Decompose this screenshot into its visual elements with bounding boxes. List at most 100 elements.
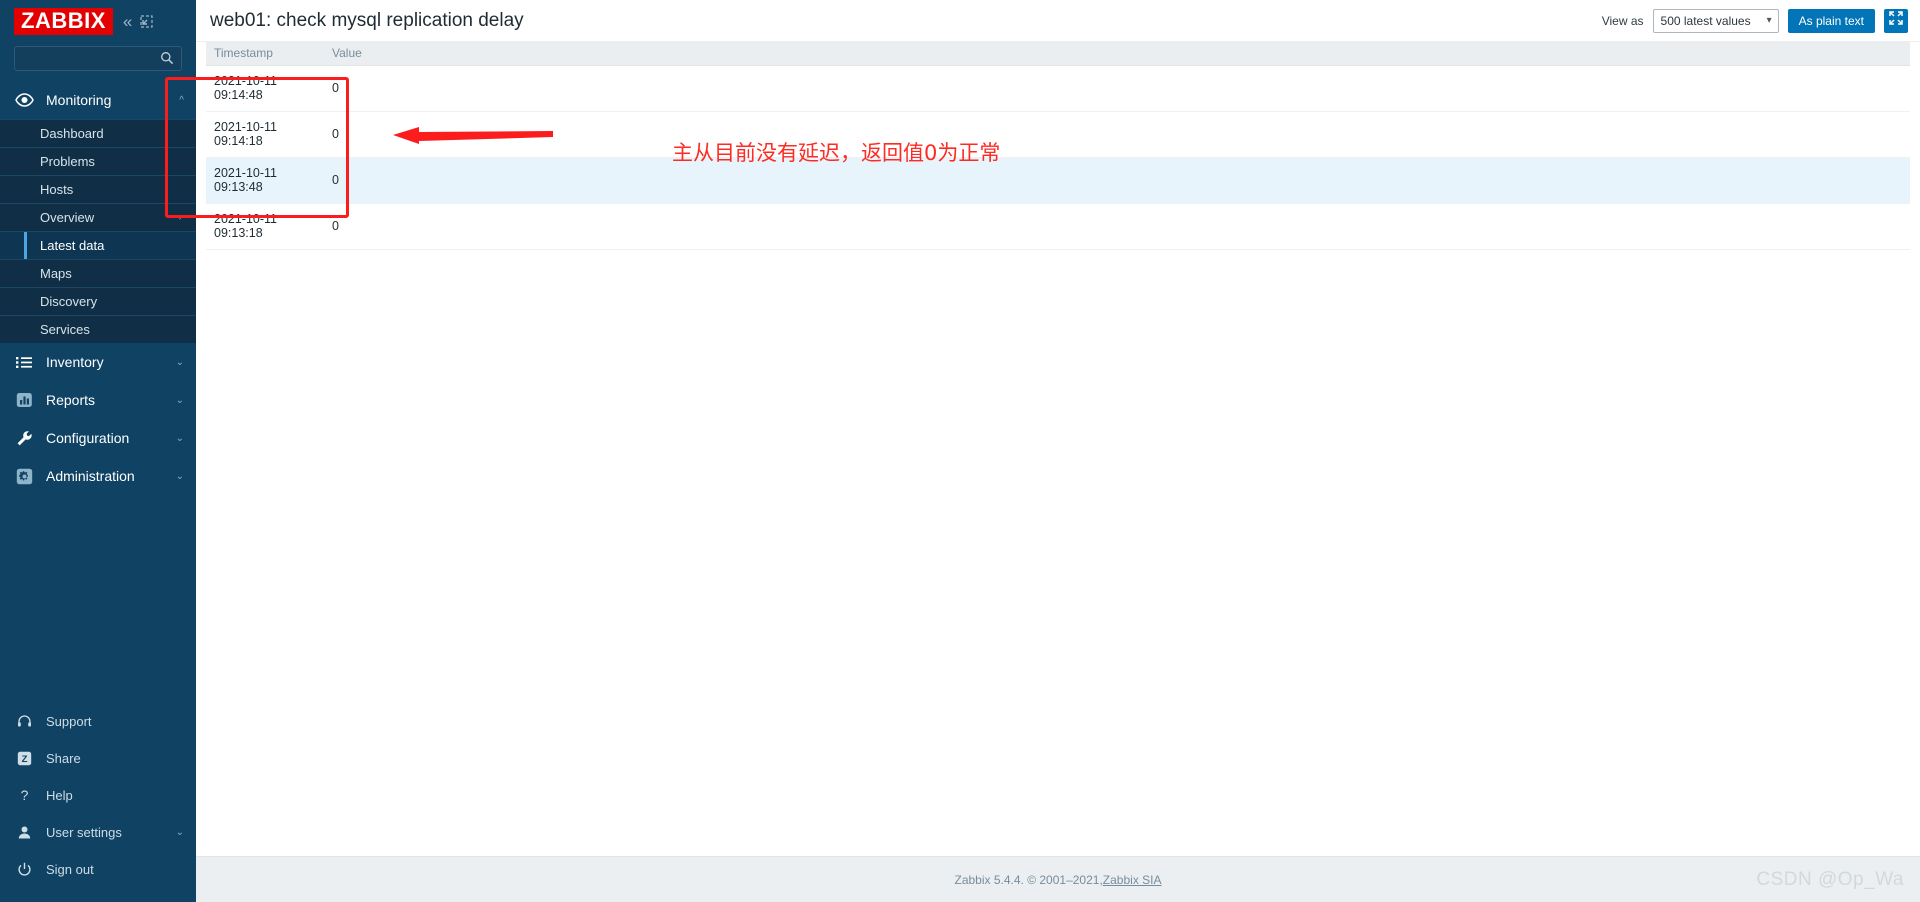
sidebar-item-label: Dashboard — [40, 126, 104, 141]
sidebar-search-wrap — [0, 42, 196, 81]
sidebar-item-overview[interactable]: Overview › — [0, 203, 196, 231]
zabbix-logo[interactable]: ZABBIX — [14, 7, 113, 35]
sidebar-item-label: Maps — [40, 266, 72, 281]
as-plain-text-button[interactable]: As plain text — [1787, 8, 1875, 33]
footer-copyright: Zabbix 5.4.4. © 2001–2021, — [954, 872, 1103, 887]
sidebar-group-reports[interactable]: Reports ⌄ — [0, 381, 196, 419]
page-title: web01: check mysql replication delay — [210, 9, 524, 31]
sidebar-group-configuration[interactable]: Configuration ⌄ — [0, 419, 196, 457]
table-row[interactable]: 2021-10-11 09:14:48 0 — [206, 65, 1910, 112]
main-area: web01: check mysql replication delay Vie… — [196, 0, 1920, 902]
sidebar-item-dashboard[interactable]: Dashboard — [0, 119, 196, 147]
search-input[interactable] — [15, 47, 181, 70]
watermark: CSDN @Op_Wa — [1756, 869, 1904, 890]
view-as-select[interactable]: 500 latest values ▾ — [1652, 8, 1779, 33]
cell-timestamp: 2021-10-11 09:13:18 — [206, 203, 324, 250]
kiosk-mode-button[interactable] — [1884, 8, 1908, 33]
wrench-icon — [14, 430, 34, 447]
sidebar-item-label: Support — [46, 714, 92, 729]
eye-icon — [14, 93, 34, 107]
sidebar-item-latest-data[interactable]: Latest data — [0, 231, 196, 259]
svg-text:Z: Z — [21, 754, 27, 765]
cell-value: 0 — [324, 65, 1910, 112]
header-controls: View as 500 latest values ▾ As plain tex… — [1601, 8, 1908, 33]
sidebar-item-share[interactable]: Z Share — [0, 740, 196, 777]
sidebar: ZABBIX « Monitoring ^ Dashboard Problems… — [0, 0, 196, 902]
table-body: 2021-10-11 09:14:48 0 2021-10-11 09:14:1… — [206, 65, 1910, 250]
sidebar-item-label: Latest data — [40, 238, 105, 253]
sidebar-item-user-settings[interactable]: User settings ⌄ — [0, 814, 196, 851]
view-as-value: 500 latest values — [1660, 13, 1751, 28]
cell-value: 0 — [324, 203, 1910, 250]
history-table: Timestamp Value 2021-10-11 09:14:48 0 20… — [206, 42, 1910, 250]
cell-timestamp: 2021-10-11 09:13:48 — [206, 157, 324, 204]
sidebar-group-administration[interactable]: Administration ⌄ — [0, 457, 196, 495]
sidebar-item-sign-out[interactable]: Sign out — [0, 851, 196, 888]
view-as-label: View as — [1601, 13, 1644, 28]
sidebar-group-monitoring[interactable]: Monitoring ^ — [0, 81, 196, 119]
table-header-row: Timestamp Value — [206, 42, 1910, 66]
table-row[interactable]: 2021-10-11 09:13:18 0 — [206, 203, 1910, 250]
user-icon — [14, 825, 34, 840]
table-row[interactable]: 2021-10-11 09:14:18 0 — [206, 111, 1910, 158]
sidebar-item-label: Discovery — [40, 294, 98, 309]
expand-arrows-icon — [1889, 11, 1903, 30]
search-icon — [160, 51, 174, 70]
column-header-timestamp[interactable]: Timestamp — [206, 42, 324, 66]
headset-icon — [14, 714, 34, 729]
sidebar-item-problems[interactable]: Problems — [0, 147, 196, 175]
sidebar-item-maps[interactable]: Maps — [0, 259, 196, 287]
chevron-down-icon: ▾ — [1766, 15, 1772, 26]
chevron-down-icon: ⌄ — [175, 356, 184, 368]
sidebar-item-help[interactable]: ? Help — [0, 777, 196, 814]
sidebar-item-discovery[interactable]: Discovery — [0, 287, 196, 315]
sidebar-item-label: Sign out — [46, 862, 94, 877]
sidebar-item-services[interactable]: Services — [0, 315, 196, 343]
sidebar-group-label: Reports — [46, 392, 96, 408]
chevron-right-icon: › — [178, 212, 182, 223]
sidebar-item-label: Problems — [40, 154, 95, 169]
sidebar-nav: Monitoring ^ Dashboard Problems Hosts Ov… — [0, 81, 196, 703]
sidebar-group-inventory[interactable]: Inventory ⌄ — [0, 343, 196, 381]
footer-link-zabbix-sia[interactable]: Zabbix SIA — [1103, 873, 1162, 887]
gear-icon — [14, 468, 34, 485]
cell-timestamp: 2021-10-11 09:14:18 — [206, 111, 324, 158]
search-box[interactable] — [14, 46, 182, 71]
sidebar-group-label: Configuration — [46, 430, 130, 446]
page-footer: Zabbix 5.4.4. © 2001–2021, Zabbix SIA CS… — [196, 856, 1920, 902]
svg-text:?: ? — [20, 788, 28, 803]
sidebar-header: ZABBIX « — [0, 0, 196, 42]
sidebar-item-label: Help — [46, 788, 73, 803]
chevron-down-icon: ⌄ — [175, 470, 184, 482]
list-icon — [14, 356, 34, 369]
sidebar-group-label: Administration — [46, 468, 135, 484]
chevron-down-icon: ⌄ — [175, 827, 184, 838]
power-icon — [14, 862, 34, 877]
content-area: Timestamp Value 2021-10-11 09:14:48 0 20… — [196, 42, 1920, 856]
sidebar-group-label: Inventory — [46, 354, 104, 370]
bar-chart-icon — [14, 392, 34, 408]
compact-view-icon[interactable] — [140, 14, 153, 28]
chevron-up-icon: ^ — [179, 94, 184, 106]
sidebar-group-label: Monitoring — [46, 92, 112, 108]
question-mark-icon: ? — [14, 788, 34, 803]
cell-timestamp: 2021-10-11 09:14:48 — [206, 65, 324, 112]
sidebar-item-label: User settings — [46, 825, 122, 840]
cell-value: 0 — [324, 111, 1910, 158]
sidebar-item-hosts[interactable]: Hosts — [0, 175, 196, 203]
zabbix-share-icon: Z — [14, 751, 34, 766]
table-row[interactable]: 2021-10-11 09:13:48 0 — [206, 157, 1910, 204]
chevron-down-icon: ⌄ — [175, 394, 184, 406]
chevron-down-icon: ⌄ — [175, 432, 184, 444]
sidebar-item-support[interactable]: Support — [0, 703, 196, 740]
column-header-value[interactable]: Value — [324, 42, 1910, 66]
cell-value: 0 — [324, 157, 1910, 204]
chevron-double-left-icon[interactable]: « — [123, 13, 133, 30]
sidebar-item-label: Share — [46, 751, 81, 766]
sidebar-submenu-monitoring: Dashboard Problems Hosts Overview › Late… — [0, 119, 196, 343]
page-header: web01: check mysql replication delay Vie… — [196, 0, 1920, 42]
sidebar-item-label: Overview — [40, 210, 95, 225]
sidebar-item-label: Hosts — [40, 182, 74, 197]
zabbix-app: ZABBIX « Monitoring ^ Dashboard Problems… — [0, 0, 1920, 902]
sidebar-bottom-nav: Support Z Share ? Help User settings ⌄ S… — [0, 703, 196, 902]
